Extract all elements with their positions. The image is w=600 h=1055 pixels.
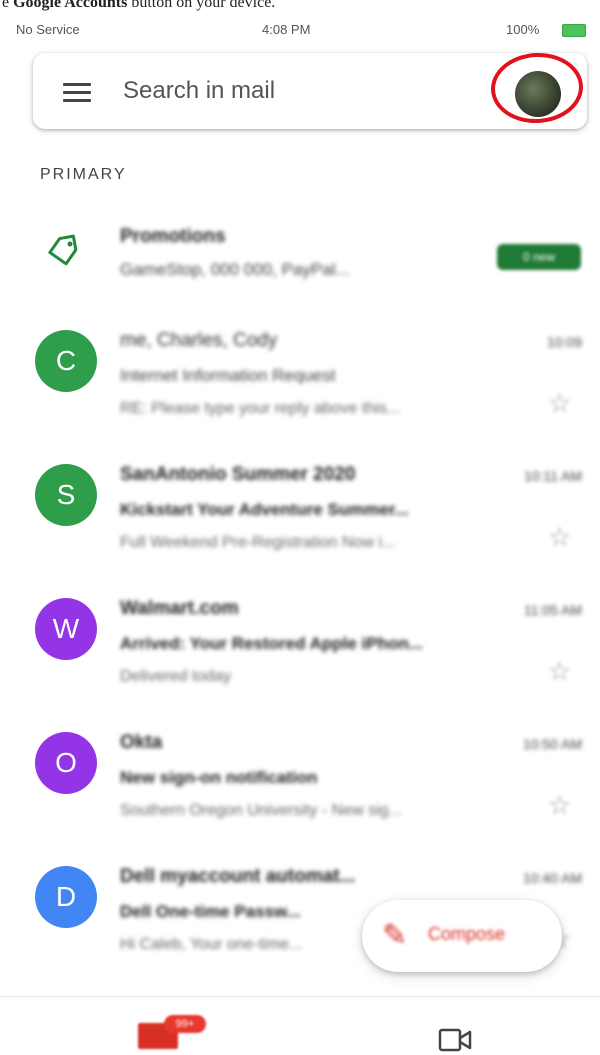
status-bar: No Service 4:08 PM 100% — [0, 14, 600, 44]
mail-tab[interactable]: 99+ — [138, 1015, 208, 1055]
search-bar[interactable]: Search in mail — [33, 50, 587, 129]
mail-count-badge: 99+ — [164, 1015, 206, 1033]
promotions-snippet: GameStop, 000 000, PayPal... — [120, 260, 350, 279]
email-row[interactable]: W Walmart.com 11:05 AM Arrived: Your Restor… — [0, 590, 600, 720]
email-subject: Kickstart Your Adventure Summer... — [120, 500, 409, 519]
sender-name: SanAntonio Summer 2020 — [120, 464, 356, 485]
email-subject: Arrived: Your Restored Apple iPhon... — [120, 634, 423, 653]
sender-name: Walmart.com — [120, 598, 239, 619]
promotions-row[interactable]: Promotions GameStop, 000 000, PayPal... … — [0, 210, 600, 300]
star-icon[interactable]: ☆ — [548, 388, 571, 419]
email-row[interactable]: Cme, Charles, Cody 10:09 Internet Informat… — [0, 322, 600, 452]
tag-icon — [48, 234, 78, 266]
clock: 4:08 PM — [262, 22, 311, 37]
instruction-caption: e Google Accounts button on your device. — [0, 0, 600, 14]
star-icon[interactable]: ☆ — [548, 790, 571, 821]
email-snippet: Full Weekend Pre-Registration Now i... — [120, 534, 396, 551]
email-snippet: Hi Caleb, Your one-time... — [120, 936, 303, 953]
email-row[interactable]: O Okta 10:50 AM New sign-on notification Sou… — [0, 724, 600, 854]
sender-avatar: W — [35, 598, 97, 660]
email-subject: New sign-on notification — [120, 768, 318, 787]
email-row[interactable]: S SanAntonio Summer 2020 10:11 AM Kickstart… — [0, 456, 600, 586]
sender-avatar: C — [35, 330, 97, 392]
battery-icon — [562, 24, 586, 37]
star-icon[interactable]: ☆ — [548, 656, 571, 687]
battery-percent: 100% — [506, 22, 540, 37]
sender-name: Okta — [120, 732, 163, 753]
sender-name: me, Charles, Cody — [120, 330, 278, 351]
email-time: 11:05 AM — [523, 602, 582, 618]
email-time: 10:50 AM — [522, 736, 582, 752]
compose-button[interactable]: ✎ Compose — [362, 900, 562, 972]
bottom-nav: 99+ — [0, 996, 600, 1053]
search-input[interactable]: Search in mail — [123, 77, 275, 105]
sender-name: Dell myaccount automat... — [120, 866, 356, 887]
compose-label: Compose — [428, 924, 506, 944]
email-time: 10:40 AM — [522, 870, 582, 886]
email-time: 10:11 AM — [523, 468, 582, 484]
email-subject: Dell One-time Passw... — [120, 902, 301, 921]
caption-suffix: button on your device. — [127, 0, 276, 11]
star-icon[interactable]: ☆ — [548, 522, 571, 553]
promotions-badge: 0 new — [497, 244, 581, 270]
sender-avatar: D — [35, 866, 97, 928]
email-snippet: Delivered today — [120, 668, 232, 685]
carrier-label: No Service — [16, 22, 80, 37]
sender-avatar: O — [35, 732, 97, 794]
hamburger-menu-icon[interactable] — [63, 83, 91, 102]
account-avatar[interactable] — [515, 71, 561, 117]
email-snippet: Southern Oregon University - New sig... — [120, 802, 402, 819]
caption-prefix: e — [2, 0, 14, 11]
email-subject: Internet Information Request — [120, 366, 336, 385]
section-label: PRIMARY — [40, 166, 127, 183]
email-snippet: RE: Please type your reply above this... — [120, 400, 401, 417]
caption-bold: Google Accounts — [13, 0, 128, 11]
pencil-icon: ✎ — [382, 919, 408, 952]
email-time: 10:09 — [546, 334, 582, 350]
promotions-title: Promotions — [120, 226, 226, 247]
sender-avatar: S — [35, 464, 97, 526]
video-icon[interactable] — [438, 1027, 474, 1053]
